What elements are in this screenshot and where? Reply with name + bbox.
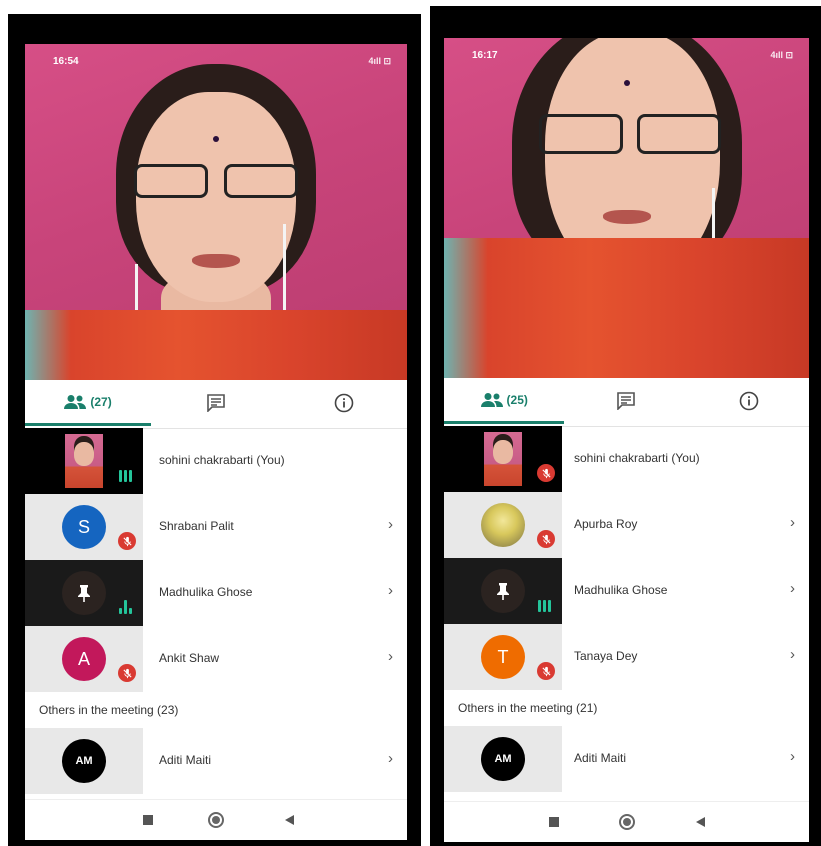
back-triangle-icon [696, 817, 706, 827]
participant-name: Apurba Roy [574, 517, 638, 531]
participant-name: sohini chakrabarti (You) [574, 451, 700, 465]
mic-off-icon [537, 464, 555, 482]
participant-row[interactable]: Madhulika Ghose › [444, 558, 809, 624]
people-icon [480, 392, 503, 407]
tab-chat[interactable] [151, 380, 281, 426]
meet-screen: 16:17 4ıll ⊡ (25) sohini chakrabarti (Yo [444, 38, 809, 842]
participant-name: Aditi Maiti [159, 753, 212, 767]
mic-off-icon [118, 664, 136, 682]
home-button[interactable] [208, 812, 225, 828]
info-icon [739, 391, 759, 411]
participant-name: Ankit Shaw [159, 651, 220, 665]
participant-name: Shrabani Palit [159, 519, 234, 533]
recents-button[interactable] [140, 812, 156, 828]
info-icon [334, 393, 354, 413]
pin-icon [78, 585, 90, 602]
participant-name: Tanaya Dey [574, 649, 638, 663]
back-button[interactable] [692, 814, 708, 830]
people-count: (27) [90, 394, 112, 409]
phone-screenshot-right: 16:17 4ıll ⊡ (25) sohini chakrabarti (Yo [430, 6, 821, 846]
chevron-right-icon[interactable]: › [790, 580, 795, 597]
status-icons: 4ıll ⊡ [770, 50, 793, 60]
back-triangle-icon [284, 815, 294, 825]
back-button[interactable] [281, 812, 297, 828]
participant-name: Madhulika Ghose [574, 583, 668, 597]
participant-name: Madhulika Ghose [159, 585, 253, 599]
mic-off-icon [537, 530, 555, 548]
chevron-right-icon[interactable]: › [790, 748, 795, 765]
android-nav-bar [444, 801, 809, 842]
main-video-feed[interactable]: 16:17 4ıll ⊡ [444, 38, 809, 378]
participant-row-self[interactable]: sohini chakrabarti (You) [25, 428, 407, 494]
people-count: (25) [506, 392, 528, 407]
tab-people[interactable]: (27) [25, 380, 152, 426]
avatar [481, 503, 525, 547]
audio-level-icon [119, 600, 132, 614]
status-icons: 4ıll ⊡ [368, 56, 391, 66]
home-button[interactable] [619, 814, 636, 830]
self-video-tile [25, 428, 143, 494]
self-video-tile [444, 426, 562, 492]
avatar: AM [481, 737, 525, 781]
avatar [481, 569, 525, 613]
avatar: AM [62, 739, 106, 783]
tab-info[interactable] [281, 380, 407, 426]
participant-row[interactable]: T Tanaya Dey › [444, 624, 809, 690]
square-icon [142, 815, 153, 825]
status-time: 16:54 [53, 56, 79, 67]
meet-screen: 16:54 4ıll ⊡ (27) sohini chakrabarti (Yo [25, 44, 407, 840]
participant-row[interactable]: AM Aditi Maiti › [25, 728, 407, 794]
chat-icon [207, 394, 225, 412]
recents-button[interactable] [546, 814, 562, 830]
square-icon [549, 817, 560, 827]
avatar: S [62, 505, 106, 549]
avatar: A [62, 637, 106, 681]
mic-off-icon [537, 662, 555, 680]
audio-level-icon [119, 470, 132, 482]
phone-screenshot-left: 16:54 4ıll ⊡ (27) sohini chakrabarti (Yo [8, 14, 421, 846]
participants-tabbar: (25) [444, 378, 809, 427]
others-section-header: Others in the meeting (21) [444, 690, 809, 726]
mic-off-icon [118, 532, 136, 550]
avatar: T [481, 635, 525, 679]
others-section-header: Others in the meeting (23) [25, 692, 407, 728]
tab-people[interactable]: (25) [444, 378, 565, 424]
circle-icon [619, 814, 636, 830]
avatar [62, 571, 106, 615]
people-icon [64, 394, 87, 409]
pin-icon [497, 583, 509, 600]
main-video-feed[interactable]: 16:54 4ıll ⊡ [25, 44, 407, 380]
participant-list: sohini chakrabarti (You) Apurba Roy › Ma… [444, 426, 809, 792]
chevron-right-icon[interactable]: › [790, 514, 795, 531]
participant-row[interactable]: AM Aditi Maiti › [444, 726, 809, 792]
android-nav-bar [25, 799, 407, 840]
participants-tabbar: (27) [25, 380, 407, 429]
chat-icon [617, 392, 636, 410]
participant-name: Aditi Maiti [574, 751, 627, 765]
participant-list: sohini chakrabarti (You) S Shrabani Pali… [25, 428, 407, 794]
status-time: 16:17 [472, 50, 498, 61]
chevron-right-icon[interactable]: › [388, 648, 393, 665]
chevron-right-icon[interactable]: › [790, 646, 795, 663]
participant-row[interactable]: S Shrabani Palit › [25, 494, 407, 560]
participant-row[interactable]: Madhulika Ghose › [25, 560, 407, 626]
audio-level-icon [538, 600, 551, 612]
chevron-right-icon[interactable]: › [388, 750, 393, 767]
participant-row[interactable]: A Ankit Shaw › [25, 626, 407, 692]
tab-chat[interactable] [564, 378, 688, 424]
participant-row-self[interactable]: sohini chakrabarti (You) [444, 426, 809, 492]
participant-name: sohini chakrabarti (You) [159, 453, 285, 467]
circle-icon [208, 812, 225, 828]
chevron-right-icon[interactable]: › [388, 582, 393, 599]
participant-row[interactable]: Apurba Roy › [444, 492, 809, 558]
chevron-right-icon[interactable]: › [388, 516, 393, 533]
tab-info[interactable] [689, 378, 809, 424]
